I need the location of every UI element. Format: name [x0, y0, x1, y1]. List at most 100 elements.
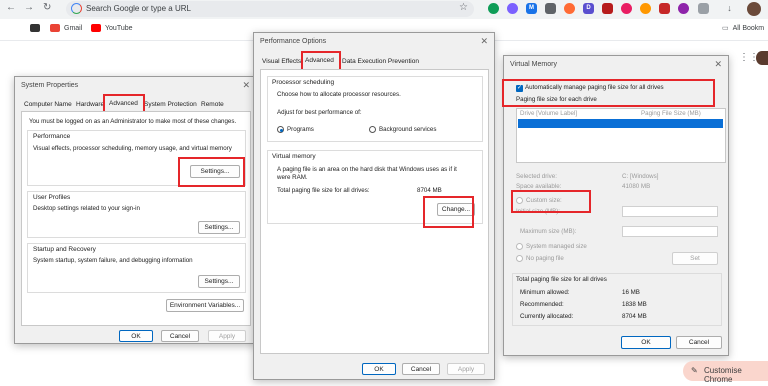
group-title: Startup and Recovery	[33, 246, 96, 253]
programs-radio[interactable]	[277, 126, 284, 133]
column-header-size: Paging File Size (MB)	[641, 110, 701, 117]
dialog-title: System Properties	[21, 82, 79, 89]
pencil-icon: ✎	[691, 366, 698, 375]
startup-recovery-group: Startup and Recovery System startup, sys…	[27, 243, 246, 293]
group-description: Choose how to allocate processor resourc…	[277, 91, 401, 98]
bookmark-gmail[interactable]: Gmail	[50, 24, 82, 32]
space-available-label: Space available:	[516, 183, 562, 190]
apply-button[interactable]: Apply	[447, 363, 485, 375]
gmail-icon	[50, 24, 60, 32]
tab-visual-effects[interactable]: Visual Effects	[262, 58, 301, 65]
profile-avatar[interactable]	[756, 51, 768, 65]
selected-drive-value: C: [Windows]	[622, 173, 659, 180]
group-description: System startup, system failure, and debu…	[33, 257, 193, 264]
virtual-memory-description: were RAM.	[277, 174, 308, 181]
virtual-memory-description: A paging file is an area on the hard dis…	[277, 166, 457, 173]
maximum-size-input[interactable]	[622, 226, 718, 237]
close-icon[interactable]: ✕	[714, 59, 722, 70]
recommended-label: Recommended:	[520, 301, 564, 308]
omnibox[interactable]: G Search Google or type a URL ☆	[66, 1, 474, 17]
back-icon[interactable]: ←	[6, 2, 16, 13]
youtube-icon	[91, 24, 101, 32]
minimum-allowed-label: Minimum allowed:	[520, 289, 570, 296]
currently-allocated-label: Currently allocated:	[520, 313, 574, 320]
downloads-icon[interactable]: ↓	[724, 3, 735, 14]
currently-allocated-value: 8704 MB	[622, 313, 647, 320]
apply-button[interactable]: Apply	[208, 330, 246, 342]
bookmark-item[interactable]	[30, 24, 40, 32]
environment-variables-button[interactable]: Environment Variables...	[166, 299, 244, 312]
dialog-title: Performance Options	[260, 38, 327, 45]
profile-avatar[interactable]	[747, 2, 761, 16]
extension-icon[interactable]	[545, 3, 556, 14]
forward-icon[interactable]: →	[24, 2, 34, 13]
group-title: Processor scheduling	[272, 79, 335, 86]
close-icon[interactable]: ✕	[480, 36, 488, 47]
extension-icon[interactable]	[640, 3, 651, 14]
set-button[interactable]: Set	[672, 252, 718, 265]
cancel-button[interactable]: Cancel	[161, 330, 199, 342]
google-icon: G	[71, 3, 82, 14]
dialog-title: Virtual Memory	[510, 61, 557, 68]
extension-icon[interactable]: M	[526, 3, 537, 14]
system-managed-label: System managed size	[526, 243, 587, 250]
folder-icon: ▭	[722, 25, 729, 32]
close-icon[interactable]: ✕	[242, 80, 250, 91]
no-paging-label: No paging file	[526, 255, 564, 262]
system-managed-radio[interactable]	[516, 243, 523, 250]
group-title: Performance	[33, 133, 71, 140]
tab-hardware[interactable]: Hardware	[76, 101, 104, 108]
total-paging-value: 8704 MB	[417, 187, 442, 194]
extension-icon[interactable]	[602, 3, 613, 14]
admin-note: You must be logged on as an Administrato…	[29, 118, 237, 125]
extension-icon[interactable]	[678, 3, 689, 14]
group-description: Desktop settings related to your sign-in	[33, 205, 140, 212]
cancel-button[interactable]: Cancel	[676, 336, 722, 349]
highlight-box	[178, 157, 245, 187]
ok-button[interactable]: OK	[119, 330, 153, 342]
tab-system-protection[interactable]: System Protection	[144, 101, 197, 108]
extension-icon[interactable]	[564, 3, 575, 14]
user-profiles-settings-button[interactable]: Settings...	[198, 221, 240, 234]
tab-remote[interactable]: Remote	[201, 101, 224, 108]
programs-label: Programs	[287, 126, 314, 133]
extension-icon[interactable]	[507, 3, 518, 14]
bookmark-youtube[interactable]: YouTube	[91, 24, 133, 32]
tab-panel: You must be logged on as an Administrato…	[21, 111, 251, 326]
virtual-memory-dialog: Virtual Memory ✕ ✓ Automatically manage …	[502, 55, 729, 356]
initial-size-input[interactable]	[622, 206, 718, 217]
highlight-box	[502, 79, 715, 107]
ok-button[interactable]: OK	[621, 336, 671, 349]
extension-icon[interactable]	[488, 3, 499, 14]
omnibox-placeholder: Search Google or type a URL	[86, 4, 191, 13]
ok-button[interactable]: OK	[362, 363, 396, 375]
space-available-value: 41080 MB	[622, 183, 651, 190]
recommended-value: 1838 MB	[622, 301, 647, 308]
tab-computer-name[interactable]: Computer Name	[24, 101, 72, 108]
customise-label: Customise Chrome	[704, 366, 742, 384]
maximum-size-label: Maximum size (MB):	[520, 228, 577, 235]
no-paging-radio[interactable]	[516, 255, 523, 262]
total-paging-label: Total paging file size for all drives:	[277, 187, 370, 194]
all-bookmarks[interactable]: ▭ All Bookm	[722, 24, 764, 33]
puzzle-icon[interactable]	[698, 3, 709, 14]
reload-icon[interactable]: ↻	[43, 2, 51, 13]
extension-icon[interactable]	[659, 3, 670, 14]
browser-toolbar: ← → ↻ G Search Google or type a URL ☆ M …	[0, 0, 768, 19]
drive-row-selected[interactable]	[518, 119, 723, 128]
group-title: Virtual memory	[272, 153, 316, 160]
adjust-label: Adjust for best performance of:	[277, 109, 362, 116]
system-properties-dialog: System Properties ✕ Computer Name Hardwa…	[14, 76, 257, 344]
startup-settings-button[interactable]: Settings...	[198, 275, 240, 288]
background-services-radio[interactable]	[369, 126, 376, 133]
performance-options-dialog: Performance Options ✕ Visual Effects Adv…	[253, 32, 495, 380]
tab-data-execution-prevention[interactable]: Data Execution Prevention	[342, 58, 419, 65]
extension-icon[interactable]: D	[583, 3, 594, 14]
drive-list[interactable]: Drive [Volume Label] Paging File Size (M…	[516, 108, 726, 163]
extension-icon[interactable]	[621, 3, 632, 14]
bookmark-star-icon[interactable]: ☆	[459, 2, 468, 13]
cancel-button[interactable]: Cancel	[402, 363, 440, 375]
selected-drive-label: Selected drive:	[516, 173, 557, 180]
customise-chrome-button[interactable]: ✎ Customise Chrome	[683, 361, 768, 384]
group-title: User Profiles	[33, 194, 71, 201]
